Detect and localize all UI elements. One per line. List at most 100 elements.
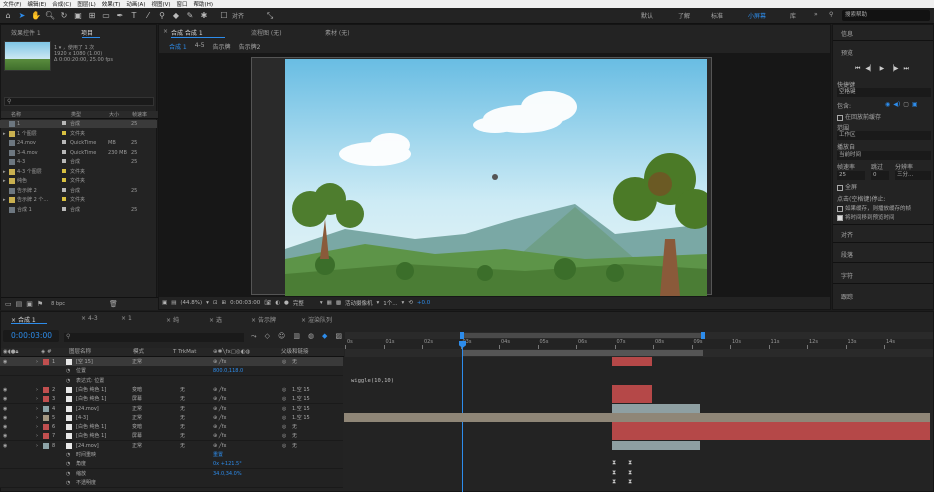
project-search-input[interactable]: ⚲ — [4, 97, 154, 106]
camera-dropdown[interactable]: 活动摄像机 — [345, 299, 373, 307]
brush-tool-icon[interactable]: ⁄ — [142, 10, 154, 22]
character-panel-title[interactable]: 字符 — [841, 271, 853, 280]
close-icon[interactable]: × — [209, 317, 214, 324]
breadcrumb-4-5[interactable]: 4-5 — [195, 42, 205, 51]
camera-dropdown-icon[interactable]: ▾ — [377, 300, 380, 306]
align-panel-title[interactable]: 对齐 — [841, 230, 853, 239]
layer-duration-bar[interactable] — [612, 422, 930, 432]
views-dropdown[interactable]: 1个... — [383, 299, 397, 307]
expression-text[interactable]: wiggle(10,10) — [351, 378, 394, 384]
tab-composition[interactable]: 合成 合成 1 — [171, 28, 203, 37]
keyframe-icon[interactable]: ⧗ — [612, 478, 616, 486]
layer-controls-icon[interactable]: ▣ — [912, 101, 918, 108]
timeline-tab-6[interactable]: × 渲染队列 — [301, 315, 332, 324]
grid-icon[interactable]: ⊞ — [222, 300, 227, 306]
tab-project[interactable]: 项目 — [81, 28, 93, 37]
puppet-pin-icon[interactable]: ✱ — [198, 10, 210, 22]
graph-editor-icon[interactable]: ◆ — [322, 332, 327, 341]
always-preview-icon[interactable]: ▣ — [162, 300, 167, 306]
move-time-checkbox[interactable] — [837, 214, 843, 221]
label-color-swatch[interactable] — [62, 178, 66, 182]
rotate-tool-icon[interactable]: ↻ — [58, 10, 70, 22]
quality-dropdown-icon[interactable]: ▾ — [320, 300, 323, 306]
label-color-swatch[interactable] — [43, 405, 49, 412]
video-toggle-icon[interactable]: ◉ — [885, 101, 890, 108]
info-panel-title[interactable]: 信息 — [841, 29, 853, 38]
project-item[interactable]: ▸ 告示牌 2 个... 文件夹 — [0, 196, 157, 204]
workspace-learn[interactable]: 了解 — [678, 11, 690, 20]
paragraph-panel-title[interactable]: 段落 — [841, 250, 853, 259]
selection-tool-icon[interactable]: ➤ — [16, 10, 28, 22]
col-type[interactable]: 类型 — [71, 111, 81, 119]
timeline-tab-1[interactable]: × 4-3 — [81, 315, 98, 322]
workspace-small-screen[interactable]: 小屏幕 — [748, 11, 766, 20]
timeline-tab-2[interactable]: × 1 — [121, 315, 132, 322]
layer-duration-bar[interactable] — [612, 357, 652, 366]
exposure-value[interactable]: +0.0 — [417, 300, 430, 306]
label-color-swatch[interactable] — [43, 396, 49, 403]
timeline-tab-5[interactable]: × 告示牌 — [251, 315, 276, 324]
flowchart-icon[interactable]: ⚑ — [37, 300, 43, 308]
label-color-swatch[interactable] — [62, 206, 66, 211]
menu-layer[interactable]: 图层(L) — [74, 0, 98, 8]
close-icon[interactable]: × — [166, 317, 171, 324]
motion-blur-icon[interactable]: ◍ — [308, 332, 314, 341]
cache-checkbox[interactable] — [837, 114, 843, 121]
label-color-swatch[interactable] — [62, 187, 66, 192]
rectangle-tool-icon[interactable]: ▭ — [100, 10, 112, 22]
graph-icon[interactable]: ▨ — [335, 332, 342, 341]
timecode-box[interactable]: 0:00:03:00 — [3, 330, 59, 342]
project-item[interactable]: ▸ 纯色 文件夹 — [0, 177, 157, 185]
fullscreen-checkbox[interactable] — [837, 184, 843, 191]
hand-tool-icon[interactable]: ✋ — [30, 10, 42, 22]
viewer-timecode[interactable]: 0:00:03:00 — [230, 300, 260, 306]
project-item[interactable]: 3-4.mov QuickTime 230 MB 25 — [0, 149, 157, 157]
new-folder-icon[interactable]: ▤ — [16, 300, 23, 308]
col-mode[interactable]: 模式 — [133, 348, 144, 357]
prev-frame-icon[interactable]: ◀▏ — [865, 65, 874, 73]
next-frame-icon[interactable]: ▕▶ — [889, 65, 898, 73]
time-ruler[interactable]: 0s 01s 02s 03s 04s 05s 06s 07s 08s 09s 10s 11s 12s 13… — [345, 338, 933, 349]
property-stopwatch-icon[interactable]: ◔ — [66, 478, 70, 488]
close-icon[interactable]: × — [301, 317, 306, 324]
project-item[interactable]: 4-3 合成 25 — [0, 158, 157, 166]
snapshot-icon[interactable]: 📷︎ — [264, 300, 271, 306]
eraser-tool-icon[interactable]: ◆ — [170, 10, 182, 22]
fps-dropdown[interactable]: 25 — [837, 171, 865, 180]
col-parent[interactable]: 父级和链接 — [281, 348, 309, 357]
color-icon[interactable]: ● — [284, 300, 289, 306]
label-color-swatch[interactable] — [43, 414, 49, 421]
label-color-swatch[interactable] — [62, 149, 66, 154]
timeline-tab-4[interactable]: × 选 — [209, 315, 222, 324]
close-icon[interactable]: × — [121, 315, 126, 322]
pan-behind-tool-icon[interactable]: ⊞ — [86, 10, 98, 22]
play-icon[interactable]: ▶ — [880, 65, 885, 73]
label-color-swatch[interactable] — [62, 197, 66, 201]
snap-icon[interactable]: ⤡ — [264, 10, 276, 22]
comp-flowchart-icon[interactable]: ⤳ — [251, 332, 257, 341]
first-frame-icon[interactable]: ⏮ — [855, 65, 860, 73]
interpret-footage-icon[interactable]: ▭ — [5, 300, 12, 308]
layer-duration-bar[interactable] — [344, 412, 930, 422]
search-help-input[interactable]: 搜索帮助 — [842, 10, 930, 21]
project-item[interactable]: 24.mov QuickTime MB 25 — [0, 139, 157, 147]
menu-animation[interactable]: 动画(A) — [123, 0, 148, 8]
label-color-swatch[interactable] — [62, 168, 66, 173]
align-checkbox-icon[interactable]: ☐ — [218, 10, 230, 22]
menu-edit[interactable]: 编辑(E) — [24, 0, 49, 8]
resolution-dropdown[interactable]: 三分... — [895, 171, 931, 180]
keyframe-icon[interactable]: ⧗ — [612, 459, 616, 467]
layer-duration-bar[interactable] — [612, 403, 700, 413]
project-item[interactable]: ▸ 4-3 个图层 文件夹 — [0, 168, 157, 176]
pen-tool-icon[interactable]: ✒ — [114, 10, 126, 22]
workspace-standard[interactable]: 标准 — [711, 11, 723, 20]
menu-view[interactable]: 视图(V) — [148, 0, 173, 8]
menu-effect[interactable]: 效果(T) — [99, 0, 124, 8]
layer-search-input[interactable]: ⚲ — [64, 333, 244, 342]
layer-duration-bar[interactable] — [612, 384, 652, 394]
keyframe-icon[interactable]: ⧗ — [628, 469, 632, 477]
camera-tool-icon[interactable]: ▣ — [72, 10, 84, 22]
layer-duration-bar[interactable] — [612, 440, 700, 450]
workspace-default[interactable]: 默认 — [641, 11, 653, 20]
region-of-interest-icon[interactable]: ⊡ — [213, 300, 218, 306]
